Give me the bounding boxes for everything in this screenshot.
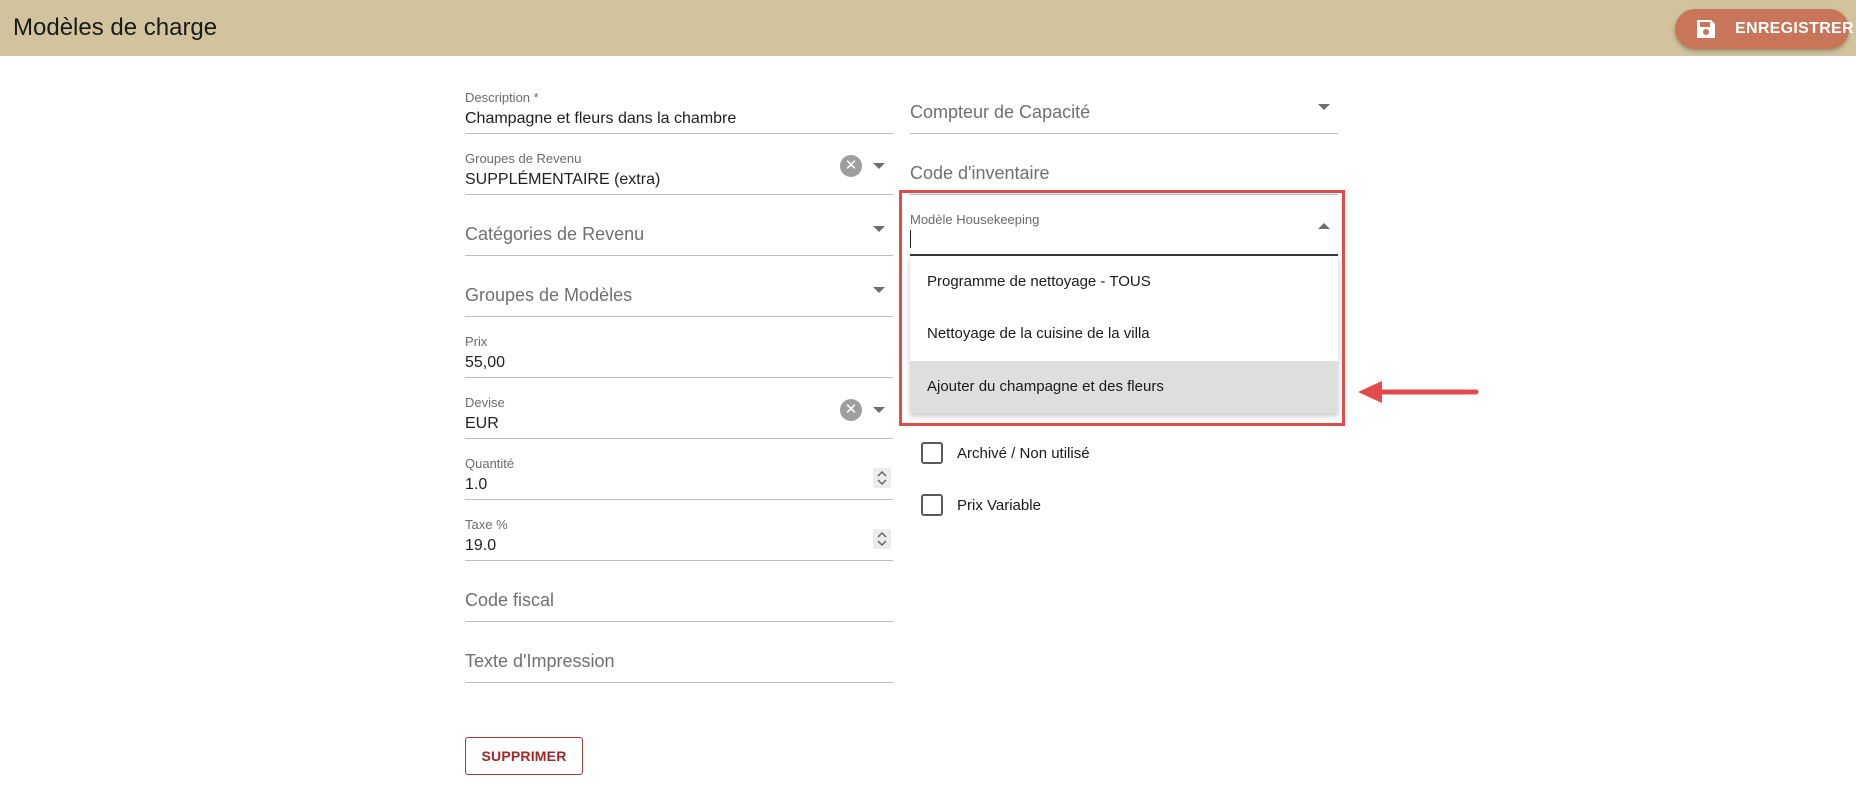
quantity-stepper[interactable] xyxy=(873,468,891,488)
housekeeping-template-select[interactable]: Modèle Housekeeping xyxy=(910,204,1338,256)
quantity-label: Quantité xyxy=(465,456,515,471)
price-field[interactable]: Prix 55,00 xyxy=(465,326,893,378)
clear-icon[interactable]: ✕ xyxy=(840,399,862,421)
price-value: 55,00 xyxy=(465,354,506,371)
revenue-groups-value: SUPPLÉMENTAIRE (extra) xyxy=(465,171,661,188)
description-value: Champagne et fleurs dans la chambre xyxy=(465,110,737,127)
capacity-counter-label: Compteur de Capacité xyxy=(910,102,1091,122)
tax-code-label: Code fiscal xyxy=(465,590,555,610)
currency-select[interactable]: Devise EUR ✕ xyxy=(465,387,893,439)
revenue-categories-select[interactable]: Catégories de Revenu xyxy=(465,204,893,256)
chevron-up-icon[interactable] xyxy=(1318,223,1330,229)
text-cursor xyxy=(910,230,911,248)
stepper-arrows-icon xyxy=(877,531,887,547)
currency-label: Devise xyxy=(465,395,505,410)
archived-checkbox-row[interactable]: Archivé / Non utilisé xyxy=(921,442,1090,464)
housekeeping-template-label: Modèle Housekeeping xyxy=(910,212,1040,227)
chevron-down-icon[interactable] xyxy=(873,226,885,232)
chevron-down-icon[interactable] xyxy=(873,407,885,413)
clear-icon[interactable]: ✕ xyxy=(840,155,862,177)
archived-checkbox[interactable] xyxy=(921,442,943,464)
tax-code-field[interactable]: Code fiscal xyxy=(465,570,893,622)
floppy-disk-icon xyxy=(1694,17,1718,41)
chevron-down-icon[interactable] xyxy=(873,287,885,293)
print-text-field[interactable]: Texte d'Impression xyxy=(465,631,893,683)
inventory-code-label: Code d'inventaire xyxy=(910,163,1050,183)
description-field[interactable]: Description * Champagne et fleurs dans l… xyxy=(465,82,893,134)
quantity-field[interactable]: Quantité 1.0 xyxy=(465,448,893,500)
stepper-arrows-icon xyxy=(877,470,887,486)
price-label: Prix xyxy=(465,334,488,349)
revenue-groups-select[interactable]: Groupes de Revenu SUPPLÉMENTAIRE (extra)… xyxy=(465,143,893,195)
currency-value: EUR xyxy=(465,415,499,432)
dropdown-option[interactable]: Programme de nettoyage - TOUS xyxy=(910,256,1338,308)
tax-field[interactable]: Taxe % 19.0 xyxy=(465,509,893,561)
dropdown-option-selected[interactable]: Ajouter du champagne et des fleurs xyxy=(910,361,1338,413)
housekeeping-template-dropdown: Programme de nettoyage - TOUS Nettoyage … xyxy=(910,256,1338,413)
save-button-label: ENREGISTRER xyxy=(1735,20,1854,37)
tax-label: Taxe % xyxy=(465,517,508,532)
variable-price-label: Prix Variable xyxy=(957,496,1041,514)
page-title: Modèles de charge xyxy=(13,14,218,41)
capacity-counter-select[interactable]: Compteur de Capacité xyxy=(910,82,1338,134)
inventory-code-field[interactable]: Code d'inventaire xyxy=(910,143,1338,195)
arrow-left-icon xyxy=(1358,381,1479,403)
description-label: Description * xyxy=(465,90,539,105)
revenue-categories-label: Catégories de Revenu xyxy=(465,224,645,244)
archived-label: Archivé / Non utilisé xyxy=(957,444,1090,462)
revenue-groups-label: Groupes de Revenu xyxy=(465,151,582,166)
dropdown-option[interactable]: Nettoyage de la cuisine de la villa xyxy=(910,308,1338,360)
tax-stepper[interactable] xyxy=(873,529,891,549)
variable-price-checkbox-row[interactable]: Prix Variable xyxy=(921,494,1041,516)
tax-value: 19.0 xyxy=(465,537,497,554)
top-bar: Modèles de charge ENREGISTRER xyxy=(0,0,1856,56)
template-groups-label: Groupes de Modèles xyxy=(465,285,633,305)
print-text-label: Texte d'Impression xyxy=(465,651,615,671)
chevron-down-icon[interactable] xyxy=(873,163,885,169)
save-button[interactable]: ENREGISTRER xyxy=(1675,9,1854,49)
variable-price-checkbox[interactable] xyxy=(921,494,943,516)
template-groups-select[interactable]: Groupes de Modèles xyxy=(465,265,893,317)
chevron-down-icon[interactable] xyxy=(1318,104,1330,110)
delete-button[interactable]: SUPPRIMER xyxy=(465,737,583,775)
quantity-value: 1.0 xyxy=(465,476,488,493)
